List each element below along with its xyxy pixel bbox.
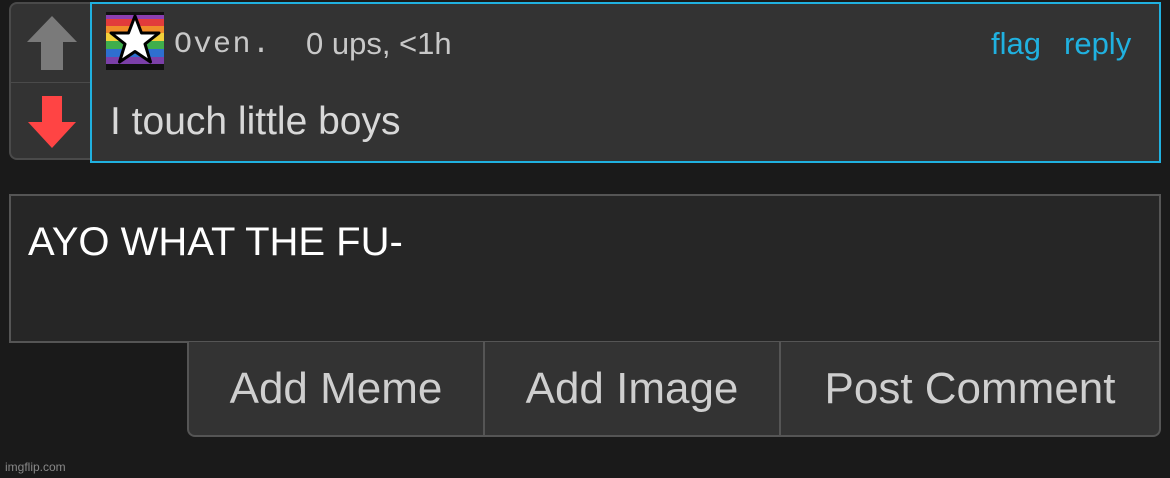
post-comment-button[interactable]: Post Comment bbox=[781, 342, 1159, 435]
downvote-arrow-icon bbox=[28, 96, 76, 148]
pride-star-avatar-icon bbox=[106, 12, 164, 70]
comment-meta: 0 ups, <1h bbox=[306, 26, 452, 61]
reply-link[interactable]: reply bbox=[1064, 26, 1131, 62]
flag-link[interactable]: flag bbox=[991, 26, 1041, 62]
downvote-button[interactable] bbox=[11, 83, 93, 161]
reply-textarea[interactable]: AYO WHAT THE FU- bbox=[9, 194, 1161, 343]
add-image-button[interactable]: Add Image bbox=[485, 342, 781, 435]
watermark: imgflip.com bbox=[5, 460, 66, 474]
comment-username[interactable]: Oven. bbox=[174, 28, 272, 62]
comment-card: Oven. 0 ups, <1h flag reply I touch litt… bbox=[90, 2, 1161, 163]
add-meme-button[interactable]: Add Meme bbox=[189, 342, 485, 435]
comment-text: I touch little boys bbox=[110, 100, 401, 143]
upvote-button[interactable] bbox=[11, 4, 93, 82]
reply-actions-bar: Add Meme Add Image Post Comment bbox=[187, 342, 1161, 437]
comment-thread: Oven. 0 ups, <1h flag reply I touch litt… bbox=[0, 0, 1170, 478]
upvote-arrow-icon bbox=[27, 16, 77, 70]
avatar[interactable] bbox=[106, 12, 164, 70]
vote-column bbox=[9, 2, 93, 160]
